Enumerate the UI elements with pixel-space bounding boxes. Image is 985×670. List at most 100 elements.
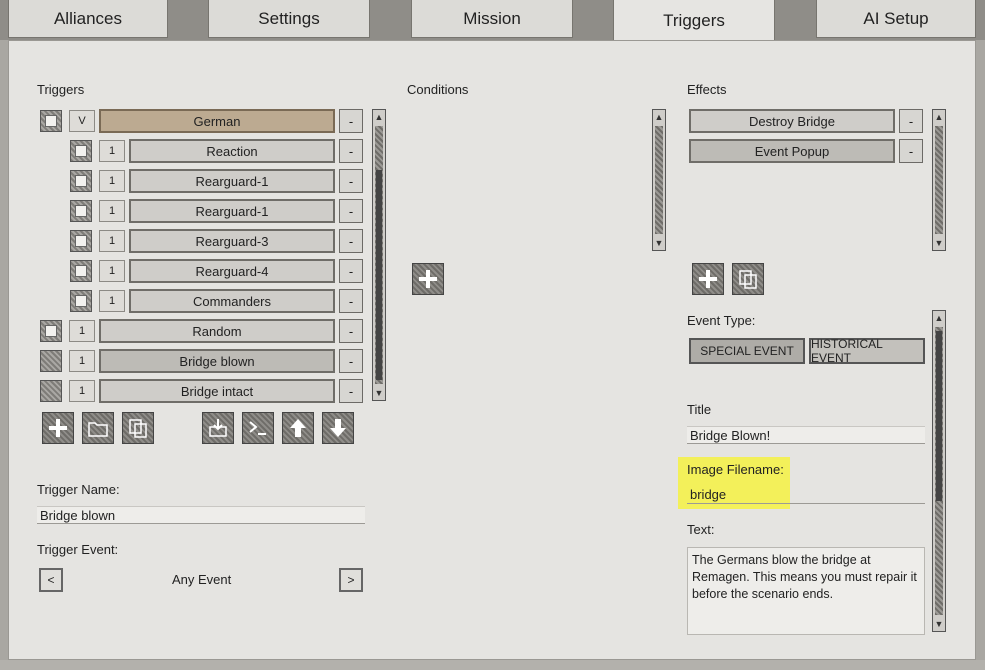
add-effect-button[interactable] (692, 263, 724, 295)
trigger-checkbox[interactable] (70, 140, 92, 162)
historical-event-button[interactable]: HISTORICAL EVENT (809, 337, 925, 365)
script-console-button[interactable] (242, 412, 274, 444)
event-type-label: Event Type: (687, 313, 756, 328)
trigger-count[interactable]: 1 (99, 200, 125, 222)
trigger-checkbox[interactable] (70, 260, 92, 282)
folder-button[interactable] (82, 412, 114, 444)
trigger-count[interactable]: 1 (99, 290, 125, 312)
trigger-remove-button[interactable]: - (339, 139, 363, 163)
copy-icon (129, 419, 147, 438)
tab-bar: Alliances Settings Mission Triggers AI S… (0, 0, 985, 41)
effect-remove-button[interactable]: - (899, 139, 923, 163)
effects-scrollbar[interactable]: ▲ ▼ (932, 109, 946, 251)
trigger-remove-button[interactable]: - (339, 379, 363, 403)
trigger-checkbox[interactable] (70, 200, 92, 222)
triggers-scrollbar[interactable]: ▲ ▼ (372, 109, 386, 401)
trigger-remove-button[interactable]: - (339, 259, 363, 283)
trigger-count[interactable]: 1 (99, 140, 125, 162)
trigger-count[interactable]: 1 (99, 260, 125, 282)
trigger-remove-button[interactable]: - (339, 319, 363, 343)
move-down-button[interactable] (322, 412, 354, 444)
terminal-icon (249, 421, 266, 435)
scroll-down-icon[interactable]: ▼ (653, 236, 665, 250)
trigger-item-bridge-intact[interactable]: Bridge intact (99, 379, 335, 403)
add-condition-button[interactable] (412, 263, 444, 295)
trigger-remove-button[interactable]: - (339, 169, 363, 193)
trigger-item-rearguard[interactable]: Rearguard-3 (129, 229, 335, 253)
trigger-event-label: Trigger Event: (37, 542, 119, 557)
image-filename-input[interactable]: bridge (687, 486, 925, 504)
image-filename-label: Image Filename: (687, 462, 784, 477)
title-label: Title (687, 402, 712, 417)
trigger-remove-button[interactable]: - (339, 229, 363, 253)
trigger-checkbox[interactable] (70, 170, 92, 192)
trigger-count[interactable]: 1 (69, 380, 95, 402)
folder-icon (88, 422, 108, 437)
scroll-down-icon[interactable]: ▼ (933, 617, 945, 631)
trigger-name-label: Trigger Name: (37, 482, 120, 497)
trigger-count[interactable]: V (69, 110, 95, 132)
trigger-name-input[interactable]: Bridge blown (37, 506, 365, 524)
text-label: Text: (687, 522, 715, 537)
trigger-event-value: Any Event (172, 572, 232, 587)
effect-remove-button[interactable]: - (899, 109, 923, 133)
effects-heading: Effects (687, 82, 727, 97)
tab-alliances[interactable]: Alliances (8, 0, 168, 38)
text-input[interactable]: The Germans blow the bridge at Remagen. … (687, 547, 925, 635)
trigger-remove-button[interactable]: - (339, 349, 363, 373)
plus-icon (49, 419, 67, 437)
import-trigger-button[interactable] (202, 412, 234, 444)
trigger-count[interactable]: 1 (69, 320, 95, 342)
trigger-item-reaction[interactable]: Reaction (129, 139, 335, 163)
title-input[interactable]: Bridge Blown! (687, 426, 925, 444)
trigger-item-rearguard[interactable]: Rearguard-4 (129, 259, 335, 283)
trigger-item-rearguard[interactable]: Rearguard-1 (129, 169, 335, 193)
tab-triggers[interactable]: Triggers (613, 0, 775, 41)
special-event-button[interactable]: SPECIAL EVENT (689, 338, 805, 364)
trigger-item-german[interactable]: German (99, 109, 335, 133)
plus-icon (419, 270, 437, 288)
copy-effect-button[interactable] (732, 263, 764, 295)
arrow-up-icon (290, 419, 306, 437)
copy-trigger-button[interactable] (122, 412, 154, 444)
add-trigger-button[interactable] (42, 412, 74, 444)
trigger-checkbox[interactable] (70, 230, 92, 252)
import-icon (209, 419, 227, 437)
conditions-scrollbar[interactable]: ▲ ▼ (652, 109, 666, 251)
effect-item-event-popup[interactable]: Event Popup (689, 139, 895, 163)
tab-mission[interactable]: Mission (411, 0, 573, 38)
scroll-up-icon[interactable]: ▲ (653, 110, 665, 124)
arrow-down-icon (330, 419, 346, 437)
tab-settings[interactable]: Settings (208, 0, 370, 38)
trigger-item-random[interactable]: Random (99, 319, 335, 343)
conditions-heading: Conditions (407, 82, 469, 97)
trigger-checkbox[interactable] (40, 350, 62, 372)
plus-icon (699, 270, 717, 288)
scroll-up-icon[interactable]: ▲ (933, 110, 945, 124)
trigger-checkbox[interactable] (40, 110, 62, 132)
trigger-event-prev-button[interactable]: < (39, 568, 63, 592)
details-scrollbar[interactable]: ▲ ▼ (932, 310, 946, 632)
triggers-heading: Triggers (37, 82, 85, 97)
trigger-event-next-button[interactable]: > (339, 568, 363, 592)
trigger-remove-button[interactable]: - (339, 199, 363, 223)
tab-ai-setup[interactable]: AI Setup (816, 0, 976, 38)
trigger-item-bridge-blown[interactable]: Bridge blown (99, 349, 335, 373)
trigger-checkbox[interactable] (70, 290, 92, 312)
scroll-up-icon[interactable]: ▲ (933, 311, 945, 325)
scroll-up-icon[interactable]: ▲ (373, 110, 385, 124)
scroll-down-icon[interactable]: ▼ (933, 236, 945, 250)
move-up-button[interactable] (282, 412, 314, 444)
trigger-checkbox[interactable] (40, 380, 62, 402)
trigger-count[interactable]: 1 (69, 350, 95, 372)
scroll-down-icon[interactable]: ▼ (373, 386, 385, 400)
effect-item-destroy-bridge[interactable]: Destroy Bridge (689, 109, 895, 133)
trigger-item-rearguard[interactable]: Rearguard-1 (129, 199, 335, 223)
trigger-item-commanders[interactable]: Commanders (129, 289, 335, 313)
trigger-count[interactable]: 1 (99, 230, 125, 252)
trigger-remove-button[interactable]: - (339, 109, 363, 133)
trigger-remove-button[interactable]: - (339, 289, 363, 313)
copy-icon (739, 270, 757, 289)
trigger-checkbox[interactable] (40, 320, 62, 342)
trigger-count[interactable]: 1 (99, 170, 125, 192)
